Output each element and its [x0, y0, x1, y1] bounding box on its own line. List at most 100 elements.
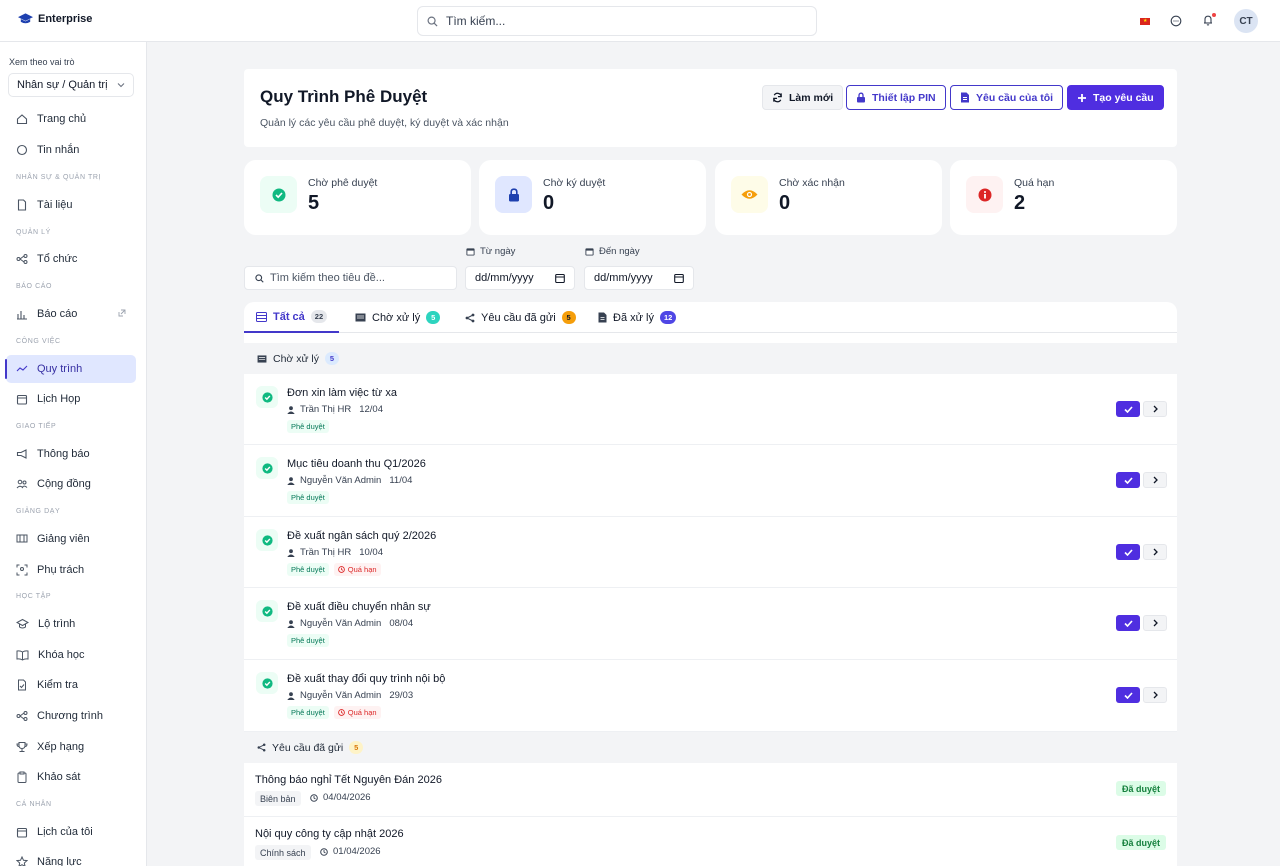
list-item[interactable]: Thông báo nghỉ Tết Nguyên Đán 2026 Biên … — [244, 763, 1177, 817]
stat-label: Chờ phê duyệt — [308, 177, 378, 189]
request-title[interactable]: Đề xuất điều chuyển nhân sự — [287, 601, 431, 613]
sidebar-item-surveys[interactable]: Khảo sát — [6, 763, 136, 791]
chat-icon[interactable] — [1170, 15, 1182, 27]
approval-tag: Phê duyệt — [287, 420, 329, 433]
tab-count: 5 — [561, 311, 576, 324]
view-details-button[interactable] — [1143, 687, 1167, 703]
notification-bell[interactable] — [1202, 12, 1216, 29]
create-request-button[interactable]: Tạo yêu cầu — [1067, 85, 1164, 110]
request-author: Nguyễn Văn Admin — [300, 475, 382, 486]
sidebar-item-label: Lịch Họp — [37, 393, 81, 405]
sent-date: 01/04/2026 — [320, 846, 381, 857]
approve-button[interactable] — [1116, 472, 1140, 488]
to-date-input[interactable]: dd/mm/yyyy — [584, 266, 694, 290]
title-search-input[interactable]: Tìm kiếm theo tiêu đề... — [244, 266, 457, 290]
table-row[interactable]: Đề xuất điều chuyển nhân sự Nguyễn Văn A… — [244, 588, 1177, 660]
table-row[interactable]: Đơn xin làm việc từ xa Trần Thị HR 12/04… — [244, 374, 1177, 445]
sidebar-item-my-calendar[interactable]: Lịch của tôi — [6, 818, 136, 846]
tab-processed[interactable]: Đã xử lý 12 — [598, 302, 677, 333]
org-chart-icon — [16, 254, 28, 264]
from-date-value: dd/mm/yyyy — [475, 272, 534, 284]
stat-card-pending-approval[interactable]: Chờ phê duyệt 5 — [244, 160, 471, 235]
sidebar-item-ranking[interactable]: Xếp hạng — [6, 733, 136, 761]
request-title[interactable]: Đề xuất thay đổi quy trình nội bộ — [287, 673, 445, 685]
sidebar-item-competency[interactable]: Năng lực — [6, 848, 136, 866]
external-link-icon — [118, 309, 126, 317]
sidebar-item-label: Kiểm tra — [37, 679, 78, 691]
overdue-tag: Quá hạn — [333, 706, 381, 719]
sidebar-item-in-charge[interactable]: Phụ trách — [6, 556, 136, 584]
brand-name: Enterprise — [38, 13, 93, 25]
sidebar-item-documents[interactable]: Tài liệu — [6, 191, 136, 219]
tab-sent[interactable]: Yêu cầu đã gửi 5 — [465, 302, 576, 333]
list-item[interactable]: Nội quy công ty cập nhật 2026 Chính sách… — [244, 817, 1177, 866]
sidebar: Xem theo vai trò Nhân sự / Quản trị Tran… — [0, 42, 147, 866]
sidebar-item-roadmap[interactable]: Lộ trình — [6, 610, 136, 638]
my-requests-button[interactable]: Yêu cầu của tôi — [950, 85, 1064, 110]
brand-logo[interactable]: Enterprise — [18, 13, 92, 25]
section-label-personal: Cá nhân — [16, 801, 52, 808]
vietnam-flag-icon[interactable] — [1140, 17, 1150, 25]
sidebar-item-courses[interactable]: Khóa học — [6, 641, 136, 669]
top-bar: Enterprise CT — [0, 0, 1280, 42]
approve-button[interactable] — [1116, 544, 1140, 560]
sidebar-item-label: Tổ chức — [37, 253, 78, 265]
section-label-management: Quản lý — [16, 229, 51, 236]
sidebar-item-home[interactable]: Trang chủ — [6, 105, 136, 133]
check-icon — [1123, 548, 1133, 556]
setup-pin-button[interactable]: Thiết lập PIN — [846, 85, 946, 110]
sent-request-title[interactable]: Thông báo nghỉ Tết Nguyên Đán 2026 — [255, 774, 442, 786]
sidebar-item-community[interactable]: Cộng đồng — [6, 470, 136, 498]
stat-icon-box — [495, 176, 532, 213]
request-date: 08/04 — [389, 618, 414, 629]
view-details-button[interactable] — [1143, 615, 1167, 631]
sidebar-item-programs[interactable]: Chương trình — [6, 702, 136, 730]
tab-all[interactable]: Tất cả 22 — [244, 302, 340, 333]
request-title[interactable]: Mục tiêu doanh thu Q1/2026 — [287, 458, 426, 470]
request-title[interactable]: Đề xuất ngân sách quý 2/2026 — [287, 530, 436, 542]
role-select[interactable]: Nhân sự / Quản trị — [8, 73, 134, 97]
graduation-cap-icon — [16, 618, 29, 629]
global-search-input[interactable] — [446, 14, 786, 28]
sidebar-item-messages[interactable]: Tin nhắn — [6, 136, 136, 164]
top-actions: CT — [1140, 9, 1258, 33]
calendar-icon — [585, 248, 594, 256]
table-row[interactable]: Mục tiêu doanh thu Q1/2026 Nguyễn Văn Ad… — [244, 445, 1177, 517]
section-label-learning: Học tập — [16, 593, 52, 600]
sidebar-item-workflow[interactable]: Quy trình — [5, 355, 136, 383]
table-row[interactable]: Đề xuất thay đổi quy trình nội bộ Nguyễn… — [244, 660, 1177, 732]
calendar-icon — [16, 827, 28, 838]
stat-card-pending-sign[interactable]: Chờ ký duyệt 0 — [479, 160, 706, 235]
view-details-button[interactable] — [1143, 544, 1167, 560]
sidebar-item-meetings[interactable]: Lịch Họp — [6, 385, 136, 413]
approval-tag: Phê duyệt — [287, 491, 329, 504]
tab-label: Tất cả — [273, 310, 305, 323]
stat-card-pending-confirm[interactable]: Chờ xác nhận 0 — [715, 160, 942, 235]
request-tags: Phê duyệt — [287, 420, 329, 433]
group-header-sent[interactable]: Yêu cầu đã gửi 5 — [244, 732, 1177, 763]
global-search[interactable] — [417, 6, 817, 36]
sidebar-item-lecturers[interactable]: Giảng viên — [6, 525, 136, 553]
refresh-button[interactable]: Làm mới — [762, 85, 844, 110]
sidebar-item-organization[interactable]: Tổ chức — [6, 245, 136, 273]
view-details-button[interactable] — [1143, 472, 1167, 488]
from-date-input[interactable]: dd/mm/yyyy — [465, 266, 575, 290]
group-header-pending[interactable]: Chờ xử lý 5 — [244, 343, 1177, 374]
calendar-icon — [16, 394, 28, 405]
stat-card-overdue[interactable]: Quá hạn 2 — [950, 160, 1177, 235]
sidebar-item-announcements[interactable]: Thông báo — [6, 440, 136, 468]
sent-request-title[interactable]: Nội quy công ty cập nhật 2026 — [255, 828, 404, 840]
user-avatar[interactable]: CT — [1234, 9, 1258, 33]
section-label-reports: Báo cáo — [16, 283, 53, 290]
group-label: Yêu cầu đã gửi — [272, 741, 344, 754]
request-title[interactable]: Đơn xin làm việc từ xa — [287, 387, 397, 399]
approve-button[interactable] — [1116, 687, 1140, 703]
approve-button[interactable] — [1116, 615, 1140, 631]
sidebar-item-reports[interactable]: Báo cáo — [6, 300, 136, 328]
approve-button[interactable] — [1116, 401, 1140, 417]
view-details-button[interactable] — [1143, 401, 1167, 417]
table-row[interactable]: Đề xuất ngân sách quý 2/2026 Trần Thị HR… — [244, 517, 1177, 588]
sidebar-item-tests[interactable]: Kiểm tra — [6, 671, 136, 699]
approval-tag: Phê duyệt — [287, 563, 329, 576]
tab-pending[interactable]: Chờ xử lý 5 — [355, 302, 441, 333]
